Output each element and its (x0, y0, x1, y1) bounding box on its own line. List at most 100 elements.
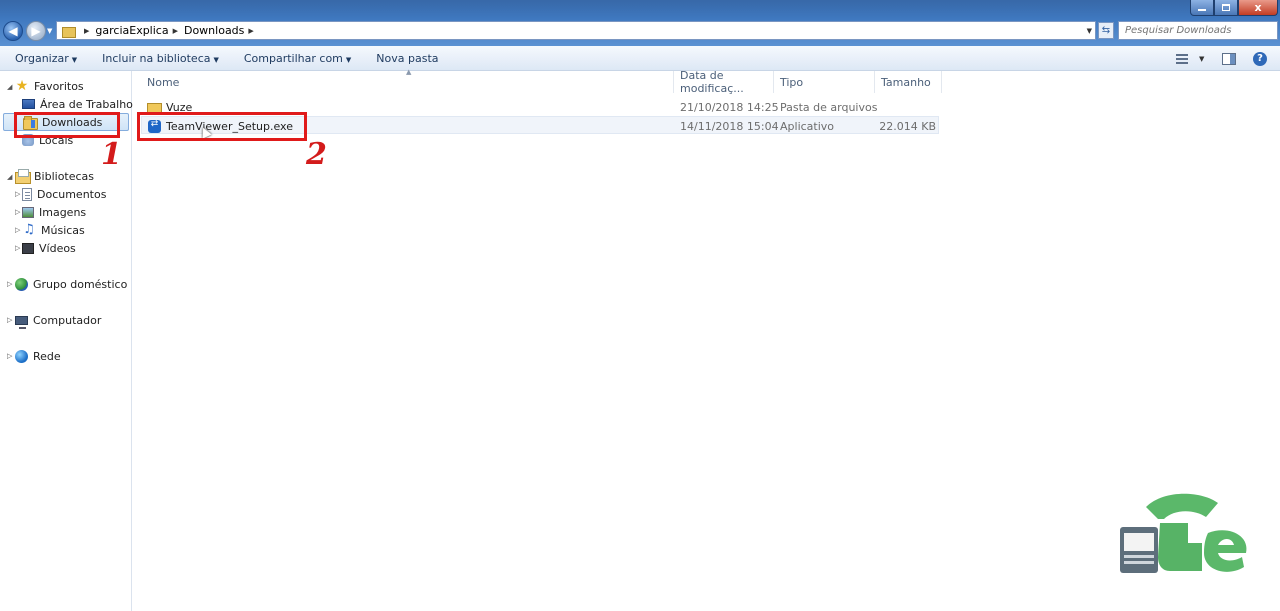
share-with-label: Compartilhar com (243, 51, 343, 65)
nav-libraries[interactable]: Bibliotecas (15, 167, 94, 185)
annotation-box-downloads (14, 112, 120, 138)
titlebar-glass (0, 0, 1280, 18)
ge-logo (1120, 493, 1247, 573)
preview-pane-icon (1222, 52, 1236, 65)
minimize-button[interactable] (1190, 0, 1214, 16)
close-icon: x (1254, 1, 1262, 14)
breadcrumb-separator-icon[interactable]: ▶ (248, 27, 253, 35)
annotation-step-1: 1 (101, 137, 122, 172)
help-button[interactable]: ? (1253, 46, 1267, 71)
expand-arrow-icon[interactable]: ▷ (7, 280, 12, 288)
logo-computer-icon (1120, 527, 1158, 573)
column-header-date[interactable]: Data de modificaç... (674, 69, 774, 95)
address-history-dropdown-icon[interactable]: ▼ (1087, 27, 1092, 35)
expand-arrow-icon[interactable]: ▷ (7, 352, 12, 360)
include-library-label: Incluir na biblioteca (102, 51, 211, 65)
breadcrumb-user[interactable]: garciaExplica (95, 24, 168, 37)
homegroup-icon (15, 277, 28, 291)
expand-arrow-icon[interactable]: ▷ (15, 208, 20, 216)
column-header-name[interactable]: Nome (141, 71, 674, 93)
logo-letter-e (1204, 530, 1247, 572)
help-icon: ? (1253, 51, 1267, 66)
column-type-label: Tipo (780, 75, 804, 89)
nav-homegroup[interactable]: Grupo doméstico (15, 275, 127, 293)
breadcrumb-downloads[interactable]: Downloads (184, 24, 244, 37)
music-icon: ♫ (23, 222, 35, 237)
close-button[interactable]: x (1238, 0, 1278, 16)
nav-libraries-label: Bibliotecas (34, 169, 95, 183)
logo-letter-g (1158, 523, 1202, 571)
expand-arrow-icon[interactable]: ▷ (7, 316, 12, 324)
documents-icon (22, 187, 32, 201)
annotation-box-teamviewer (137, 112, 307, 141)
nav-item-pictures[interactable]: Imagens (22, 203, 86, 221)
nav-item-desktop[interactable]: Área de Trabalho (22, 95, 133, 113)
network-icon (15, 349, 28, 363)
nav-item-documents[interactable]: Documentos (22, 185, 106, 203)
logo-swoosh (1146, 493, 1218, 519)
nav-favorites-label: Favoritos (34, 79, 84, 93)
address-bar[interactable]: ▶ garciaExplica ▶ Downloads ▶ ▼ (56, 21, 1096, 40)
organize-label: Organizar (15, 51, 69, 65)
chevron-down-icon: ▼ (345, 55, 352, 64)
nav-favorites[interactable]: ★ Favoritos (15, 77, 84, 95)
star-icon: ★ (15, 78, 29, 94)
nav-computer[interactable]: Computador (15, 311, 101, 329)
arrow-left-icon: ◀ (8, 24, 18, 38)
forward-button[interactable]: ▶ (26, 21, 46, 41)
back-button[interactable]: ◀ (3, 21, 23, 41)
pictures-icon (22, 206, 34, 218)
expand-arrow-icon[interactable]: ▷ (15, 244, 20, 252)
change-view-button[interactable] (1176, 46, 1188, 71)
new-folder-button[interactable]: Nova pasta (376, 52, 438, 65)
file-size (881, 98, 936, 116)
file-type: Aplicativo (780, 119, 835, 133)
nav-item-label: Área de Trabalho (40, 97, 133, 111)
search-box[interactable] (1118, 21, 1278, 40)
column-name-label: Nome (147, 75, 180, 89)
view-options-dropdown[interactable]: ▼ (1199, 46, 1204, 71)
collapse-arrow-icon[interactable]: ◢ (7, 83, 12, 91)
nav-computer-label: Computador (33, 313, 102, 327)
file-date: 14/11/2018 15:04 (680, 119, 779, 133)
column-date-label: Data de modificaç... (680, 69, 744, 95)
share-with-menu-button[interactable]: Compartilhar com ▼ (244, 52, 351, 65)
search-input[interactable] (1125, 25, 1265, 36)
arrow-right-icon: ▶ (31, 24, 41, 38)
nav-network-label: Rede (33, 349, 61, 363)
chevron-down-icon: ▼ (213, 55, 219, 64)
computer-icon (15, 315, 28, 329)
breadcrumb-separator-icon[interactable]: ▶ (173, 27, 178, 35)
column-header-row: ▲ Nome Data de modificaç... Tipo Tamanho (133, 68, 1280, 95)
refresh-icon: ⇆ (1101, 25, 1111, 36)
nav-item-videos[interactable]: Vídeos (22, 239, 76, 257)
nav-item-label: Músicas (41, 223, 85, 237)
maximize-button[interactable] (1214, 0, 1238, 16)
collapse-arrow-icon[interactable]: ◢ (7, 173, 12, 181)
minimize-icon (1198, 9, 1206, 11)
refresh-button[interactable]: ⇆ (1098, 22, 1114, 39)
include-library-menu-button[interactable]: Incluir na biblioteca ▼ (102, 52, 219, 65)
command-bar: Organizar ▼ Incluir na biblioteca ▼ Compar… (0, 46, 1280, 71)
libraries-icon (15, 169, 31, 184)
column-header-type[interactable]: Tipo (774, 71, 875, 93)
nav-network[interactable]: Rede (15, 347, 61, 365)
breadcrumb-separator-icon[interactable]: ▶ (84, 27, 89, 35)
expand-arrow-icon[interactable]: ▷ (15, 190, 20, 198)
nav-homegroup-label: Grupo doméstico (33, 277, 128, 291)
file-type: Pasta de arquivos (780, 100, 878, 114)
nav-item-label: Documentos (37, 187, 107, 201)
nav-item-label: Imagens (39, 205, 87, 219)
column-header-size[interactable]: Tamanho (875, 71, 942, 93)
recent-pages-dropdown[interactable]: ▼ (47, 27, 52, 35)
maximize-icon (1222, 4, 1230, 11)
desktop-icon (22, 99, 35, 109)
folder-location-icon (62, 25, 76, 38)
preview-pane-button[interactable] (1222, 46, 1236, 71)
annotation-step-2: 2 (306, 137, 327, 172)
expand-arrow-icon[interactable]: ▷ (15, 226, 20, 234)
view-details-icon (1176, 53, 1188, 64)
nav-item-label: Vídeos (39, 241, 76, 255)
nav-item-music[interactable]: ♫ Músicas (22, 221, 85, 239)
organize-menu-button[interactable]: Organizar ▼ (15, 52, 77, 65)
